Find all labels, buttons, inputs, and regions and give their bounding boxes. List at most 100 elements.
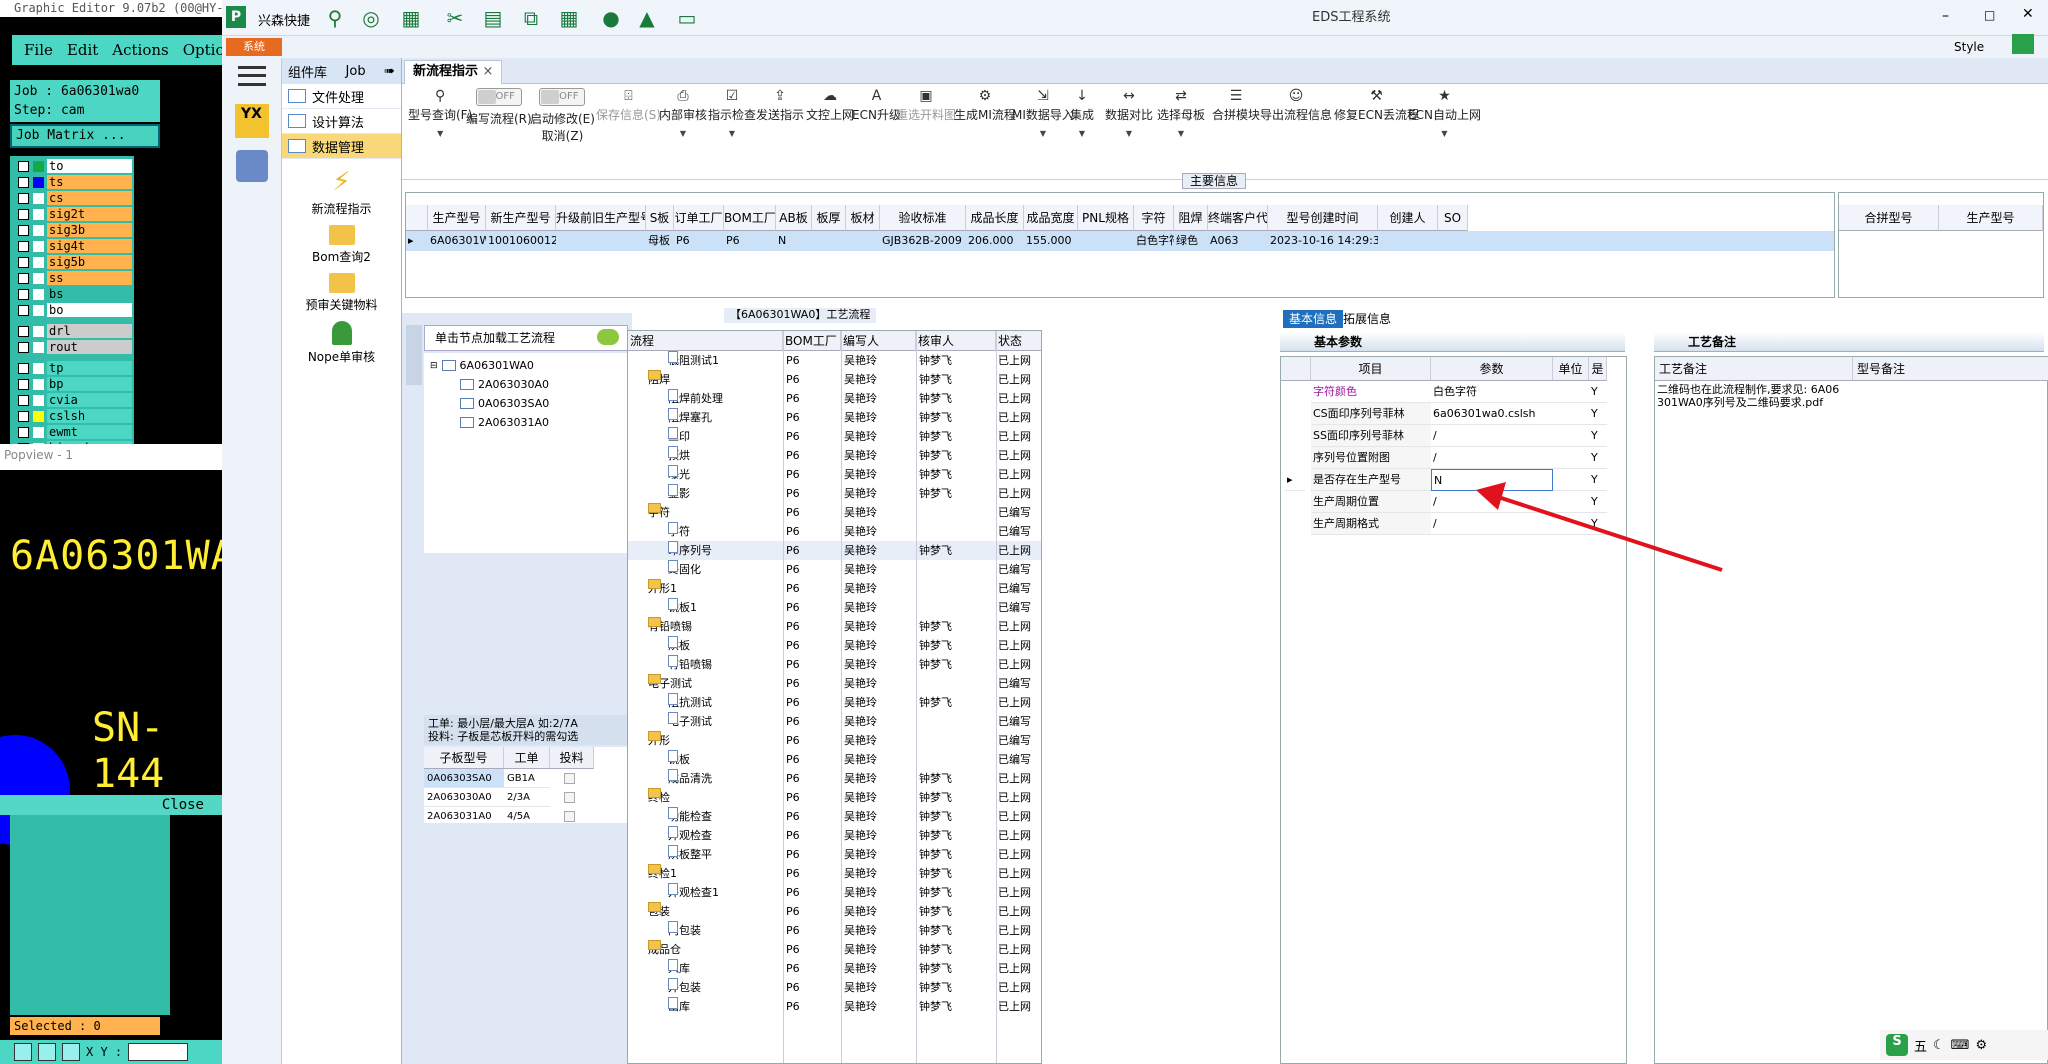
grid1-cell[interactable]: N	[776, 231, 812, 251]
menu-edit[interactable]: Edit	[67, 41, 98, 59]
feed-checkbox[interactable]	[564, 773, 575, 784]
ribbon-button-8[interactable]: A ECN升级	[852, 88, 901, 123]
toggle-switch[interactable]: OFF	[475, 88, 522, 106]
tool-prereview[interactable]: 预审关键物料	[282, 273, 401, 313]
flow-row[interactable]: 阻焊塞孔 P6 吴艳玲 钟梦飞 已上网	[628, 408, 1041, 427]
flow-row[interactable]: 低阻测试1 P6 吴艳玲 钟梦飞 已上网	[628, 351, 1041, 370]
layer-checkbox[interactable]	[18, 426, 29, 438]
param-unit[interactable]	[1553, 447, 1589, 469]
calculator-icon[interactable]	[235, 150, 268, 182]
param-flag[interactable]: Y	[1589, 381, 1607, 403]
ribbon-button-6[interactable]: ⇪ 发送指示	[756, 88, 804, 123]
param-value[interactable]: N	[1431, 469, 1553, 491]
param-unit[interactable]	[1553, 403, 1589, 425]
tool-new-flow[interactable]: ⚡ 新流程指示	[282, 167, 401, 217]
flow-row[interactable]: 丝印 P6 吴艳玲 钟梦飞 已上网	[628, 427, 1041, 446]
grid1-cell[interactable]: 155.000	[1024, 231, 1078, 251]
param-col-header[interactable]: 项目	[1311, 357, 1431, 381]
ribbon-button-5[interactable]: ☑ 指示检查 ▼	[708, 88, 756, 138]
subgrid-cell[interactable]: 0A06303SA0	[424, 769, 504, 788]
grid1-cell[interactable]	[1078, 231, 1134, 251]
param-item[interactable]: 生产周期位置	[1311, 491, 1431, 513]
grid1-col-header[interactable]: 终端客户代码	[1208, 205, 1268, 231]
grid-icon[interactable]: ▦	[556, 6, 582, 30]
layer-row-bp[interactable]: bp	[12, 376, 132, 392]
param-flag[interactable]: Y	[1589, 491, 1607, 513]
flow-row[interactable]: 烘板整平 P6 吴艳玲 钟梦飞 已上网	[628, 845, 1041, 864]
subgrid-cell[interactable]: 2/3A	[504, 788, 550, 807]
system-tab[interactable]: 系统	[226, 38, 282, 56]
param-unit[interactable]	[1553, 381, 1589, 403]
grid1-col-header[interactable]: 阻焊	[1174, 205, 1208, 231]
ribbon-button-4[interactable]: ⎙ 内部审核 ▼	[659, 88, 707, 138]
grid1-cell[interactable]	[846, 231, 880, 251]
user-icon[interactable]: ●	[598, 6, 624, 30]
flow-row[interactable]: 功能检查 P6 吴艳玲 钟梦飞 已上网	[628, 807, 1041, 826]
toggle-switch[interactable]: OFF	[539, 88, 586, 106]
grid1-col-header[interactable]: 新生产型号	[486, 205, 556, 231]
flow-col-header[interactable]: 状态	[996, 331, 1041, 351]
param-col-header[interactable]: 单位	[1553, 357, 1589, 381]
flow-row[interactable]: 铣板 P6 吴艳玲 已编写	[628, 750, 1041, 769]
grid1-col-header[interactable]: 板厚	[812, 205, 846, 231]
popview-close-button[interactable]: Close	[0, 795, 222, 815]
param-item[interactable]: 生产周期格式	[1311, 513, 1431, 535]
tool-nope-review[interactable]: Nope单审核	[282, 321, 401, 365]
tree-node[interactable]: 2A063030A0	[460, 378, 549, 391]
param-value[interactable]: /	[1431, 513, 1553, 535]
job-matrix-button[interactable]: Job Matrix ...	[10, 124, 160, 148]
menu-actions[interactable]: Actions	[112, 41, 168, 59]
layer-checkbox[interactable]	[18, 304, 29, 316]
layer-checkbox[interactable]	[18, 160, 29, 172]
cross-tool-icon[interactable]	[38, 1043, 56, 1061]
tab-close-icon[interactable]: ×	[483, 64, 494, 79]
moon-icon[interactable]: ☾	[1933, 1038, 1945, 1053]
pin-icon[interactable]: ➠	[384, 64, 395, 79]
param-value[interactable]: /	[1431, 447, 1553, 469]
subgrid-cell[interactable]: 2A063030A0	[424, 788, 504, 807]
flow-col-header[interactable]: 流程	[628, 331, 783, 351]
dropdown-arrow-icon[interactable]: ▼	[729, 129, 735, 138]
feed-checkbox[interactable]	[564, 811, 575, 822]
dropdown-arrow-icon[interactable]: ▼	[680, 129, 686, 138]
flow-row[interactable]: 外观检查 P6 吴艳玲 钟梦飞 已上网	[628, 826, 1041, 845]
dropdown-arrow-icon[interactable]: ▼	[1126, 129, 1132, 138]
ribbon-button-15[interactable]: ☰ 合拼模块	[1212, 88, 1260, 123]
grid1-cell[interactable]: A063	[1208, 231, 1268, 251]
layer-row-cs[interactable]: cs	[12, 190, 132, 206]
param-value[interactable]: /	[1431, 425, 1553, 447]
flow-row[interactable]: 成品仓 P6 吴艳玲 钟梦飞 已上网	[628, 940, 1041, 959]
param-flag[interactable]: Y	[1589, 403, 1607, 425]
ime-logo-icon[interactable]: S	[1886, 1034, 1908, 1056]
flow-row[interactable]: 成品清洗 P6 吴艳玲 钟梦飞 已上网	[628, 769, 1041, 788]
layer-checkbox[interactable]	[18, 341, 29, 353]
flow-row[interactable]: 外观检查1 P6 吴艳玲 钟梦飞 已上网	[628, 883, 1041, 902]
tool-bom-query[interactable]: Bom查询2	[282, 225, 401, 265]
subgrid-col-header[interactable]: 子板型号	[424, 747, 504, 769]
param-flag[interactable]: Y	[1589, 513, 1607, 535]
layer-row-sig2t[interactable]: sig2t	[12, 206, 132, 222]
ribbon-button-1[interactable]: OFF 编写流程(R)	[466, 88, 532, 127]
layer-checkbox[interactable]	[18, 288, 29, 300]
comp-item-file[interactable]: 文件处理	[282, 84, 401, 109]
ribbon-button-3[interactable]: ⌹ 保存信息(S)	[596, 88, 661, 123]
dropdown-arrow-icon[interactable]: ▼	[1079, 129, 1085, 138]
layer-checkbox[interactable]	[18, 240, 29, 252]
ribbon-button-12[interactable]: ↓ 集成 ▼	[1070, 88, 1094, 138]
grid1-col-header[interactable]: 生产型号	[428, 205, 486, 231]
grid1-cell[interactable]: 206.000	[966, 231, 1024, 251]
minimize-icon[interactable]: –	[1942, 8, 1949, 24]
ribbon-button-13[interactable]: ↔ 数据对比 ▼	[1105, 88, 1153, 138]
side-tab[interactable]	[406, 325, 422, 385]
layer-row-bo[interactable]: bo	[12, 302, 132, 318]
flow-row[interactable]: 终固化 P6 吴艳玲 已编写	[628, 560, 1041, 579]
flow-row[interactable]: 终检 P6 吴艳玲 钟梦飞 已上网	[628, 788, 1041, 807]
grid1-col-header[interactable]: 字符	[1134, 205, 1174, 231]
flow-row[interactable]: 电子测试 P6 吴艳玲 已编写	[628, 674, 1041, 693]
grid1-col-header[interactable]: AB板	[776, 205, 812, 231]
grid1-cell[interactable]: 2023-10-16 14:29:34	[1268, 231, 1378, 251]
layer-checkbox[interactable]	[18, 176, 29, 188]
grid1-cell[interactable]: 10010600123656	[486, 231, 556, 251]
flow-col-header[interactable]: 编写人	[841, 331, 916, 351]
grid1-cell[interactable]	[1378, 231, 1438, 251]
